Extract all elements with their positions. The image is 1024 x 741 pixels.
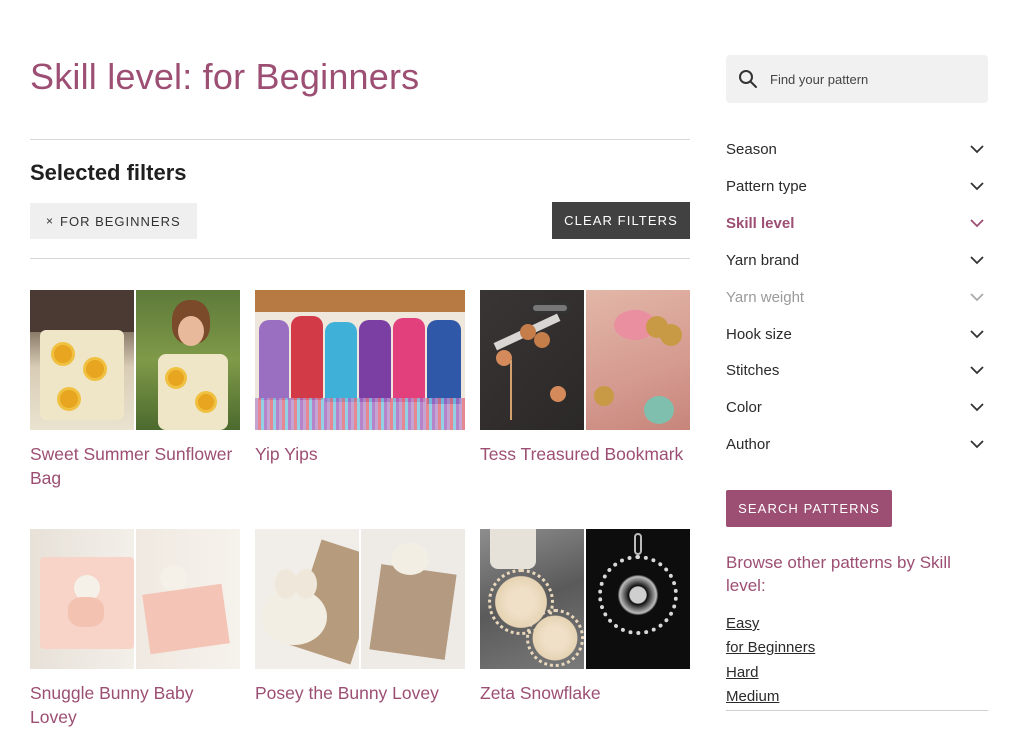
chevron-down-icon [970,439,984,448]
filter-chip-label: FOR BEGINNERS [60,213,181,229]
facet-label: Yarn weight [726,288,805,306]
facet-label: Stitches [726,361,780,379]
pattern-card[interactable]: Yip Yips [255,290,465,466]
search-input[interactable] [770,71,970,87]
browse-link-easy[interactable]: Easy [726,615,759,632]
facet-label: Yarn brand [726,251,800,269]
facet-season[interactable]: Season [726,134,988,164]
facet-label: Pattern type [726,177,807,195]
chevron-down-icon [970,402,984,411]
facet-label: Hook size [726,325,792,343]
chevron-down-icon [970,292,984,301]
pattern-card[interactable]: Zeta Snowflake [480,529,690,705]
divider [30,139,690,140]
facet-label: Season [726,140,777,158]
facet-author[interactable]: Author [726,429,988,459]
chevron-down-icon [970,144,984,153]
browse-link-hard[interactable]: Hard [726,664,759,681]
pattern-image[interactable] [255,290,465,430]
divider [30,258,690,259]
facet-pattern-type[interactable]: Pattern type [726,171,988,201]
pattern-title[interactable]: Tess Treasured Bookmark [480,442,690,466]
browse-link-medium[interactable]: Medium [726,688,779,705]
search-patterns-button[interactable]: SEARCH PATTERNS [726,490,892,527]
facet-hook-size[interactable]: Hook size [726,319,988,349]
facet-color[interactable]: Color [726,392,988,422]
pattern-image[interactable] [480,529,690,669]
facet-skill-level[interactable]: Skill level [726,208,988,238]
pattern-image[interactable] [480,290,690,430]
search-icon[interactable] [738,69,758,89]
browse-link-for-beginners[interactable]: for Beginners [726,639,815,656]
pattern-card[interactable]: Snuggle Bunny Baby Lovey [30,529,240,729]
search-box[interactable] [726,55,988,103]
pattern-image[interactable] [30,290,240,430]
pattern-title[interactable]: Sweet Summer Sunflower Bag [30,442,240,490]
divider [726,710,988,711]
pattern-title[interactable]: Yip Yips [255,442,465,466]
page-title: Skill level: for Beginners [30,56,420,97]
facet-label: Color [726,398,762,416]
facet-label: Skill level [726,214,795,232]
remove-filter-chip[interactable]: × FOR BEGINNERS [30,203,197,239]
pattern-title[interactable]: Posey the Bunny Lovey [255,681,465,705]
pattern-card[interactable]: Sweet Summer Sunflower Bag [30,290,240,490]
facet-stitches[interactable]: Stitches [726,355,988,385]
chevron-down-icon [970,365,984,374]
pattern-card[interactable]: Tess Treasured Bookmark [480,290,690,466]
pattern-image[interactable] [30,529,240,669]
browse-heading: Browse other patterns by Skill level: [726,553,951,595]
pattern-title[interactable]: Snuggle Bunny Baby Lovey [30,681,240,729]
chevron-down-icon [970,329,984,338]
pattern-image[interactable] [255,529,465,669]
pattern-card[interactable]: Posey the Bunny Lovey [255,529,465,705]
close-icon: × [46,214,55,228]
facet-yarn-brand[interactable]: Yarn brand [726,245,988,275]
chevron-down-icon [970,255,984,264]
selected-filters-heading: Selected filters [30,160,187,185]
pattern-title[interactable]: Zeta Snowflake [480,681,690,705]
facet-yarn-weight[interactable]: Yarn weight [726,282,988,312]
chevron-down-icon [970,181,984,190]
facet-label: Author [726,435,771,453]
clear-filters-button[interactable]: CLEAR FILTERS [552,202,690,239]
chevron-down-icon [970,218,984,227]
